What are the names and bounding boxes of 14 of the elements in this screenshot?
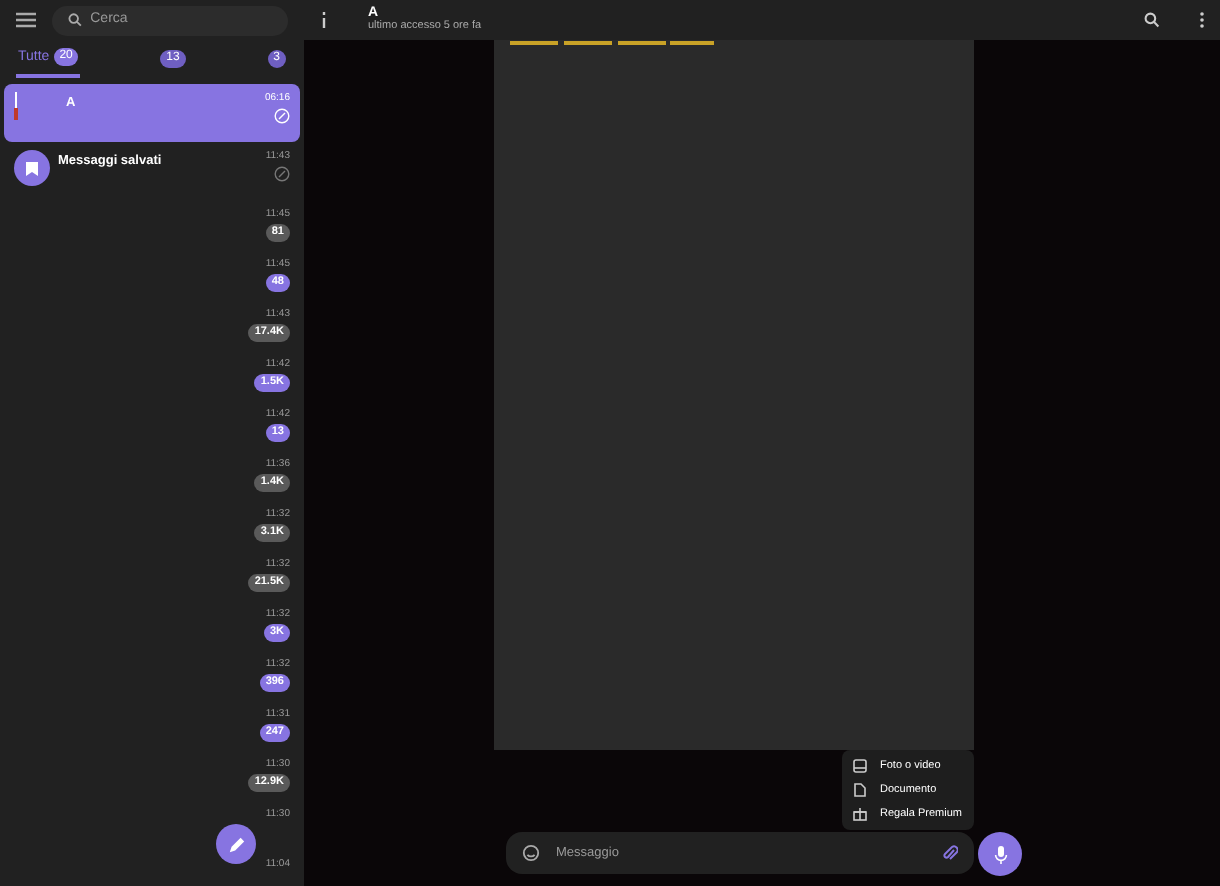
compose-button[interactable] bbox=[216, 824, 256, 864]
info-icon[interactable] bbox=[320, 12, 328, 28]
microphone-icon bbox=[993, 845, 1007, 863]
emoji-icon[interactable] bbox=[522, 844, 540, 862]
search-icon[interactable] bbox=[1144, 12, 1160, 28]
pencil-icon bbox=[227, 835, 245, 853]
search-icon bbox=[68, 12, 83, 28]
paperclip-icon[interactable] bbox=[942, 844, 958, 862]
media-icon bbox=[852, 758, 868, 774]
gift-icon bbox=[852, 806, 868, 822]
bookmark-icon bbox=[26, 161, 38, 175]
menu-icon[interactable] bbox=[16, 12, 36, 28]
document-icon bbox=[852, 782, 868, 798]
microphone-button[interactable] bbox=[978, 832, 1022, 876]
